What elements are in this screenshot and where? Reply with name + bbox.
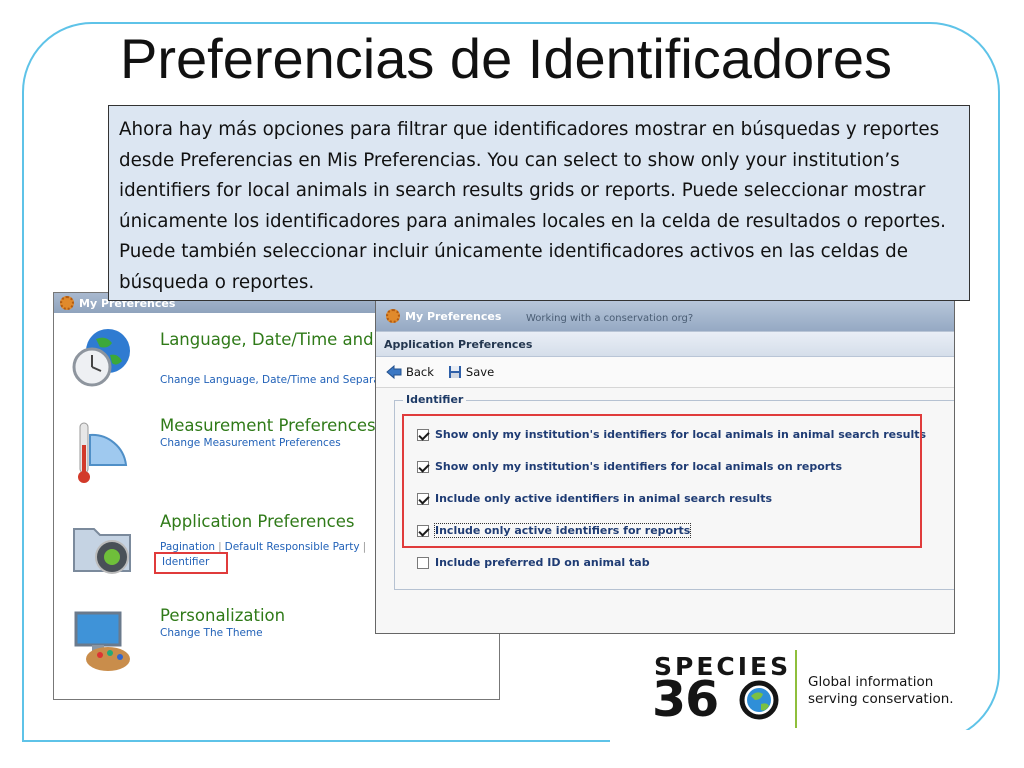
tagline-line-2: serving conservation.	[808, 691, 954, 707]
save-button-label: Save	[465, 365, 495, 379]
logo-tagline: Global information serving conservation.	[808, 674, 954, 708]
default-responsible-party-link[interactable]: Default Responsible Party	[225, 541, 360, 553]
link-separator: |	[362, 541, 367, 553]
monitor-palette-icon	[74, 611, 130, 671]
option-label: Include preferred ID on animal tab	[435, 556, 650, 569]
back-button[interactable]: Back	[386, 365, 434, 379]
back-button-label: Back	[406, 365, 434, 379]
logo-number: 36	[652, 671, 719, 728]
tagline-line-1: Global information	[808, 674, 934, 690]
application-preferences-window: My Preferences Working with a conservati…	[375, 300, 955, 634]
folder-app-icon	[73, 528, 131, 574]
globe-clock-icon	[72, 329, 130, 387]
checkbox[interactable]	[417, 556, 429, 569]
window-titlebar: My Preferences Working with a conservati…	[376, 301, 954, 331]
callout-text: Ahora hay más opciones para filtrar que …	[119, 119, 946, 293]
callout-box: Ahora hay más opciones para filtrar que …	[108, 105, 970, 301]
save-button[interactable]: Save	[448, 365, 494, 379]
pref-item-link[interactable]: Change Measurement Preferences	[160, 437, 341, 449]
header-ghost-text: Working with a conservation org?	[526, 313, 694, 324]
gear-icon	[386, 309, 400, 323]
thermometer-ruler-icon	[78, 422, 128, 483]
pref-item-link[interactable]: Change Language, Date/Time and Separa	[160, 374, 380, 386]
pref-item-title[interactable]: Application Preferences	[160, 511, 354, 533]
slide-title: Preferencias de Identificadores	[120, 27, 892, 90]
panel-title: Application Preferences	[376, 331, 954, 357]
toolbar: Back Save	[376, 357, 954, 388]
identifier-highlight	[154, 552, 228, 574]
save-disk-icon	[448, 366, 461, 378]
pref-item-title[interactable]: Measurement Preferences	[160, 415, 376, 437]
window-title: My Preferences	[405, 309, 502, 323]
back-arrow-icon	[386, 365, 402, 379]
fieldset-legend: Identifier	[403, 393, 467, 406]
pref-item-link[interactable]: Change The Theme	[160, 627, 263, 639]
globe-icon	[739, 680, 779, 720]
options-highlight	[402, 414, 922, 548]
option-preferred-id[interactable]: Include preferred ID on animal tab	[417, 556, 650, 569]
logo-divider	[795, 650, 797, 728]
gear-icon	[60, 296, 74, 310]
frame-gap	[610, 730, 1024, 750]
pref-item-title[interactable]: Personalization	[160, 605, 285, 627]
